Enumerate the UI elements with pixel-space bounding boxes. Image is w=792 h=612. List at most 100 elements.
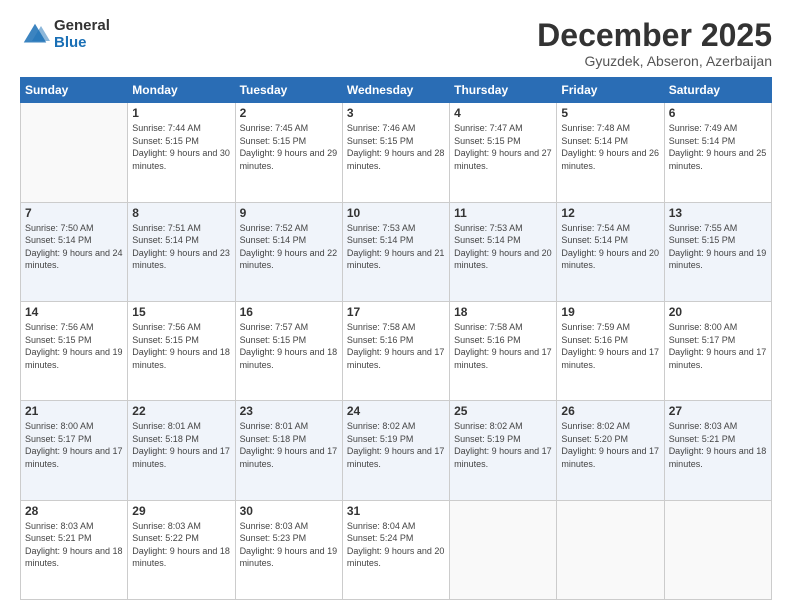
day-number: 8 <box>132 206 230 220</box>
table-row <box>557 500 664 599</box>
day-number: 15 <box>132 305 230 319</box>
table-row <box>450 500 557 599</box>
day-number: 29 <box>132 504 230 518</box>
table-row <box>664 500 771 599</box>
table-row <box>21 103 128 202</box>
table-row: 26 Sunrise: 8:02 AMSunset: 5:20 PMDayligh… <box>557 401 664 500</box>
day-number: 4 <box>454 106 552 120</box>
day-number: 19 <box>561 305 659 319</box>
logo-blue-text: Blue <box>54 35 110 52</box>
day-number: 6 <box>669 106 767 120</box>
day-info: Sunrise: 7:52 AMSunset: 5:14 PMDaylight:… <box>240 222 338 272</box>
col-tuesday: Tuesday <box>235 78 342 103</box>
header: General Blue December 2025 Gyuzdek, Abse… <box>20 18 772 69</box>
table-row: 3 Sunrise: 7:46 AMSunset: 5:15 PMDaylight… <box>342 103 449 202</box>
day-info: Sunrise: 8:03 AMSunset: 5:23 PMDaylight:… <box>240 520 338 570</box>
day-number: 3 <box>347 106 445 120</box>
day-info: Sunrise: 7:53 AMSunset: 5:14 PMDaylight:… <box>454 222 552 272</box>
day-number: 30 <box>240 504 338 518</box>
table-row: 24 Sunrise: 8:02 AMSunset: 5:19 PMDayligh… <box>342 401 449 500</box>
day-info: Sunrise: 7:46 AMSunset: 5:15 PMDaylight:… <box>347 122 445 172</box>
day-info: Sunrise: 8:04 AMSunset: 5:24 PMDaylight:… <box>347 520 445 570</box>
table-row: 10Sunrise: 7:53 AMSunset: 5:14 PMDayligh… <box>342 202 449 301</box>
table-row: 31 Sunrise: 8:04 AMSunset: 5:24 PMDayligh… <box>342 500 449 599</box>
day-info: Sunrise: 7:49 AMSunset: 5:14 PMDaylight:… <box>669 122 767 172</box>
day-number: 17 <box>347 305 445 319</box>
table-row: 15 Sunrise: 7:56 AMSunset: 5:15 PMDayligh… <box>128 301 235 400</box>
calendar-table: Sunday Monday Tuesday Wednesday Thursday… <box>20 77 772 600</box>
day-info: Sunrise: 8:02 AMSunset: 5:19 PMDaylight:… <box>454 420 552 470</box>
calendar-week-row: 1Sunrise: 7:44 AMSunset: 5:15 PMDaylight… <box>21 103 772 202</box>
table-row: 19 Sunrise: 7:59 AMSunset: 5:16 PMDayligh… <box>557 301 664 400</box>
table-row: 5Sunrise: 7:48 AMSunset: 5:14 PMDaylight… <box>557 103 664 202</box>
month-title: December 2025 <box>537 18 772 53</box>
day-number: 14 <box>25 305 123 319</box>
day-info: Sunrise: 7:55 AMSunset: 5:15 PMDaylight:… <box>669 222 767 272</box>
table-row: 6 Sunrise: 7:49 AMSunset: 5:14 PMDaylight… <box>664 103 771 202</box>
table-row: 20Sunrise: 8:00 AMSunset: 5:17 PMDayligh… <box>664 301 771 400</box>
table-row: 25 Sunrise: 8:02 AMSunset: 5:19 PMDayligh… <box>450 401 557 500</box>
logo-general-text: General <box>54 18 110 35</box>
day-number: 24 <box>347 404 445 418</box>
day-number: 7 <box>25 206 123 220</box>
table-row: 2Sunrise: 7:45 AMSunset: 5:15 PMDaylight… <box>235 103 342 202</box>
day-number: 31 <box>347 504 445 518</box>
day-number: 28 <box>25 504 123 518</box>
logo: General Blue <box>20 18 110 51</box>
day-info: Sunrise: 8:01 AMSunset: 5:18 PMDaylight:… <box>132 420 230 470</box>
logo-text: General Blue <box>54 18 110 51</box>
day-number: 27 <box>669 404 767 418</box>
logo-icon <box>20 20 50 50</box>
table-row: 28 Sunrise: 8:03 AMSunset: 5:21 PMDayligh… <box>21 500 128 599</box>
day-number: 5 <box>561 106 659 120</box>
table-row: 23Sunrise: 8:01 AMSunset: 5:18 PMDayligh… <box>235 401 342 500</box>
day-info: Sunrise: 7:57 AMSunset: 5:15 PMDaylight:… <box>240 321 338 371</box>
day-number: 25 <box>454 404 552 418</box>
day-number: 26 <box>561 404 659 418</box>
day-info: Sunrise: 7:56 AMSunset: 5:15 PMDaylight:… <box>132 321 230 371</box>
day-info: Sunrise: 7:58 AMSunset: 5:16 PMDaylight:… <box>454 321 552 371</box>
day-number: 20 <box>669 305 767 319</box>
day-info: Sunrise: 8:02 AMSunset: 5:20 PMDaylight:… <box>561 420 659 470</box>
day-info: Sunrise: 8:03 AMSunset: 5:21 PMDaylight:… <box>669 420 767 470</box>
table-row: 22Sunrise: 8:01 AMSunset: 5:18 PMDayligh… <box>128 401 235 500</box>
day-info: Sunrise: 7:56 AMSunset: 5:15 PMDaylight:… <box>25 321 123 371</box>
day-info: Sunrise: 8:00 AMSunset: 5:17 PMDaylight:… <box>25 420 123 470</box>
table-row: 16 Sunrise: 7:57 AMSunset: 5:15 PMDayligh… <box>235 301 342 400</box>
day-info: Sunrise: 7:50 AMSunset: 5:14 PMDaylight:… <box>25 222 123 272</box>
table-row: 30 Sunrise: 8:03 AMSunset: 5:23 PMDayligh… <box>235 500 342 599</box>
table-row: 11 Sunrise: 7:53 AMSunset: 5:14 PMDayligh… <box>450 202 557 301</box>
day-number: 12 <box>561 206 659 220</box>
calendar-week-row: 7 Sunrise: 7:50 AMSunset: 5:14 PMDaylight… <box>21 202 772 301</box>
table-row: 29 Sunrise: 8:03 AMSunset: 5:22 PMDayligh… <box>128 500 235 599</box>
day-number: 16 <box>240 305 338 319</box>
day-info: Sunrise: 7:47 AMSunset: 5:15 PMDaylight:… <box>454 122 552 172</box>
day-number: 18 <box>454 305 552 319</box>
day-info: Sunrise: 7:51 AMSunset: 5:14 PMDaylight:… <box>132 222 230 272</box>
day-info: Sunrise: 8:02 AMSunset: 5:19 PMDaylight:… <box>347 420 445 470</box>
table-row: 12 Sunrise: 7:54 AMSunset: 5:14 PMDayligh… <box>557 202 664 301</box>
calendar-week-row: 28 Sunrise: 8:03 AMSunset: 5:21 PMDayligh… <box>21 500 772 599</box>
table-row: 27 Sunrise: 8:03 AMSunset: 5:21 PMDayligh… <box>664 401 771 500</box>
day-info: Sunrise: 7:54 AMSunset: 5:14 PMDaylight:… <box>561 222 659 272</box>
table-row: 8 Sunrise: 7:51 AMSunset: 5:14 PMDaylight… <box>128 202 235 301</box>
table-row: 1Sunrise: 7:44 AMSunset: 5:15 PMDaylight… <box>128 103 235 202</box>
table-row: 7 Sunrise: 7:50 AMSunset: 5:14 PMDaylight… <box>21 202 128 301</box>
col-thursday: Thursday <box>450 78 557 103</box>
day-info: Sunrise: 8:03 AMSunset: 5:22 PMDaylight:… <box>132 520 230 570</box>
calendar-week-row: 21 Sunrise: 8:00 AMSunset: 5:17 PMDayligh… <box>21 401 772 500</box>
col-wednesday: Wednesday <box>342 78 449 103</box>
day-number: 21 <box>25 404 123 418</box>
table-row: 21 Sunrise: 8:00 AMSunset: 5:17 PMDayligh… <box>21 401 128 500</box>
day-info: Sunrise: 7:58 AMSunset: 5:16 PMDaylight:… <box>347 321 445 371</box>
day-info: Sunrise: 7:59 AMSunset: 5:16 PMDaylight:… <box>561 321 659 371</box>
day-info: Sunrise: 7:45 AMSunset: 5:15 PMDaylight:… <box>240 122 338 172</box>
table-row: 18 Sunrise: 7:58 AMSunset: 5:16 PMDayligh… <box>450 301 557 400</box>
title-block: December 2025 Gyuzdek, Abseron, Azerbaij… <box>537 18 772 69</box>
day-number: 11 <box>454 206 552 220</box>
day-info: Sunrise: 8:03 AMSunset: 5:21 PMDaylight:… <box>25 520 123 570</box>
col-sunday: Sunday <box>21 78 128 103</box>
day-info: Sunrise: 8:01 AMSunset: 5:18 PMDaylight:… <box>240 420 338 470</box>
day-info: Sunrise: 7:53 AMSunset: 5:14 PMDaylight:… <box>347 222 445 272</box>
table-row: 17 Sunrise: 7:58 AMSunset: 5:16 PMDayligh… <box>342 301 449 400</box>
